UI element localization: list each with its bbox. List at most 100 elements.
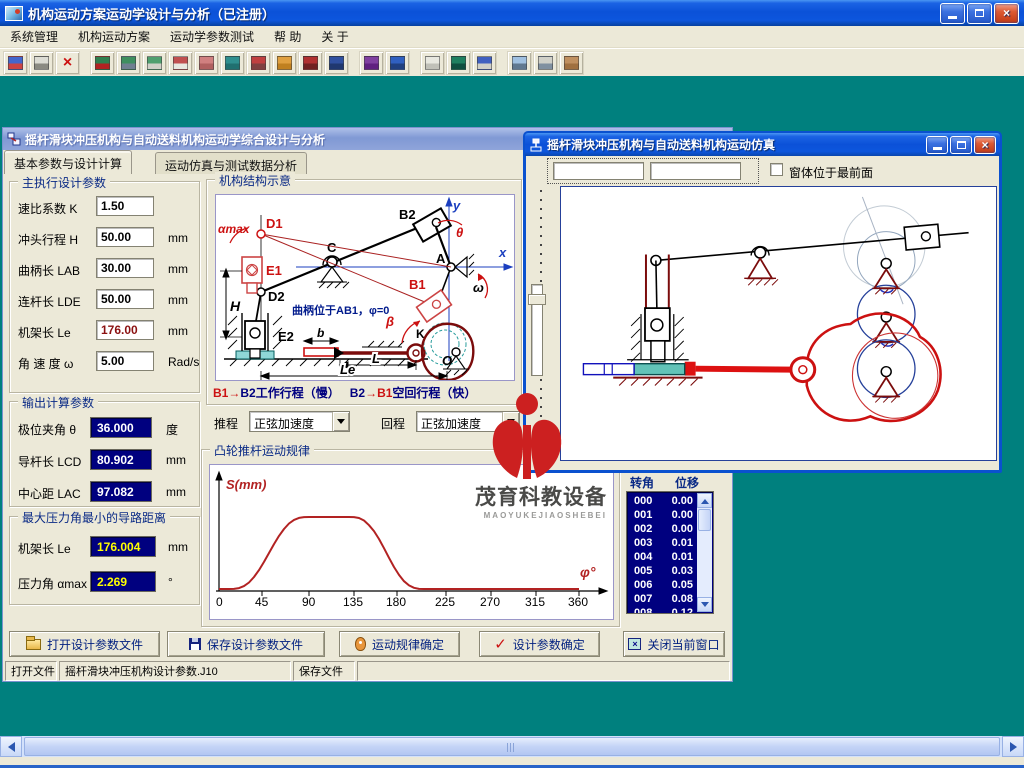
monitor-list-icon xyxy=(477,56,492,70)
rod-head xyxy=(685,362,696,376)
scroll-up-icon[interactable] xyxy=(697,493,712,508)
return-stroke-value: 正弦加速度 xyxy=(417,412,502,431)
ground-hatch xyxy=(613,378,702,386)
punch-link xyxy=(656,260,657,310)
svg-text:270: 270 xyxy=(480,595,500,609)
mech-punch-button[interactable] xyxy=(246,51,271,75)
toolbar: × xyxy=(0,48,1024,76)
push-stroke-combo[interactable]: 正弦加速度 xyxy=(249,411,350,432)
confirm-motion-law-button[interactable]: 运动规律确定 xyxy=(339,631,460,657)
monitor-green-icon xyxy=(451,56,466,70)
label-alpha-max: αmax xyxy=(218,222,251,236)
sim-minimize-button[interactable] xyxy=(926,136,948,154)
save-params-button[interactable]: 保存设计参数文件 xyxy=(167,631,325,657)
punch-joint xyxy=(651,319,663,331)
horizontal-scrollbar[interactable] xyxy=(0,736,1024,757)
menu-kinematic-test[interactable]: 运动学参数测试 xyxy=(160,25,264,48)
close-icon: × xyxy=(981,138,988,152)
param-input-lde[interactable] xyxy=(96,289,154,309)
sim-maximize-button[interactable] xyxy=(950,136,972,154)
book-button[interactable] xyxy=(359,51,384,75)
simulation-titlebar[interactable]: 摇杆滑块冲压机构与自动送料机构运动仿真 × xyxy=(525,133,1000,156)
delete-button[interactable]: × xyxy=(55,51,80,75)
mech-gear-red-button[interactable] xyxy=(298,51,323,75)
toolbar-separator xyxy=(411,51,420,75)
chevron-down-icon[interactable] xyxy=(502,412,519,431)
scrollbar-thumb[interactable] xyxy=(24,737,1000,756)
calculator-button[interactable] xyxy=(533,51,558,75)
mech-slider-button[interactable] xyxy=(116,51,141,75)
mech-linkage-teal-button[interactable] xyxy=(220,51,245,75)
mech-linkage-teal-icon xyxy=(225,56,240,70)
label-e2: E2 xyxy=(278,329,294,344)
sim-close-button[interactable]: × xyxy=(974,136,996,154)
cam-displacement-curve xyxy=(219,517,579,589)
listbox-scrollbar[interactable] xyxy=(697,493,712,612)
restore-button[interactable] xyxy=(967,3,992,24)
speed-trackbar-thumb[interactable] xyxy=(528,294,546,305)
main-titlebar: 机构运动方案运动学设计与分析（已注册） × xyxy=(0,0,1024,26)
scroll-down-icon[interactable] xyxy=(697,597,712,612)
menu-help[interactable]: 帮 助 xyxy=(264,25,311,48)
crank-position-note: 曲柄位于AB1，φ=0 xyxy=(292,303,389,317)
tab-simulation-analysis[interactable]: 运动仿真与测试数据分析 xyxy=(155,152,307,174)
legend-work: 工作行程（慢） xyxy=(256,386,340,400)
group-main-params-title: 主执行设计参数 xyxy=(18,174,110,191)
computer-button[interactable] xyxy=(507,51,532,75)
menu-system[interactable]: 系统管理 xyxy=(0,25,68,48)
param-input-h[interactable] xyxy=(96,227,154,247)
mech-press-button[interactable] xyxy=(168,51,193,75)
fixed-support-top-right xyxy=(872,258,900,294)
mech-tilt-block-button[interactable] xyxy=(142,51,167,75)
param-input-omega[interactable] xyxy=(96,351,154,371)
chart-ylabel: S(mm) xyxy=(226,477,266,492)
ray-d1-b1 xyxy=(261,234,432,305)
close-current-window-button[interactable]: × 关闭当前窗口 xyxy=(623,631,725,657)
minimize-button[interactable] xyxy=(940,3,965,24)
scroll-left-icon[interactable] xyxy=(0,736,22,757)
mech-cam-button[interactable] xyxy=(272,51,297,75)
push-stroke-label: 推程 xyxy=(214,415,238,432)
param-input-k[interactable] xyxy=(96,196,154,216)
monitor-list-button[interactable] xyxy=(472,51,497,75)
menu-mechanism-scheme[interactable]: 机构运动方案 xyxy=(68,25,160,48)
menu-about[interactable]: 关 于 xyxy=(311,25,358,48)
sim-readout-field-2[interactable] xyxy=(650,162,741,180)
brand-name: 茂育科教设备 xyxy=(475,481,607,511)
chevron-down-icon[interactable] xyxy=(332,412,349,431)
param-input-lab[interactable] xyxy=(96,258,154,278)
print-button[interactable] xyxy=(29,51,54,75)
pressure-le: 176.004 xyxy=(90,536,156,557)
close-button[interactable]: × xyxy=(994,3,1019,24)
displacement-listbox[interactable]: 0000.00 0010.00 0020.00 0030.01 0040.01 … xyxy=(626,491,714,614)
output-unit: 度 xyxy=(166,421,178,438)
clipboard-button[interactable] xyxy=(559,51,584,75)
param-unit: mm xyxy=(168,324,188,338)
mech-guide-crank-button[interactable] xyxy=(90,51,115,75)
clipboard-icon xyxy=(564,56,579,70)
return-stroke-label: 回程 xyxy=(381,415,405,432)
project-list-button[interactable] xyxy=(3,51,28,75)
legend-arrow: → xyxy=(228,386,240,400)
mech-linkage-red-button[interactable] xyxy=(194,51,219,75)
group-cam-chart: 凸轮推杆运动规律 茂育科教设备 MAOYUKEJIAOSHEBEI S(mm) … xyxy=(201,449,620,627)
scroll-right-icon[interactable] xyxy=(1002,736,1024,757)
sim-readout-field-1[interactable] xyxy=(553,162,644,180)
scrollbar-thumb[interactable] xyxy=(698,509,711,531)
open-params-button[interactable]: 打开设计参数文件 xyxy=(9,631,160,657)
doc-edit-button[interactable] xyxy=(420,51,445,75)
output-theta: 36.000 xyxy=(90,417,152,438)
y-axis-label: y xyxy=(452,198,461,213)
topmost-checkbox[interactable] xyxy=(770,163,783,176)
monitor-green-button[interactable] xyxy=(446,51,471,75)
follower-roller-hole xyxy=(799,366,807,374)
chart-monitor-button[interactable] xyxy=(385,51,410,75)
return-stroke-combo[interactable]: 正弦加速度 xyxy=(416,411,520,432)
param-input-le[interactable] xyxy=(96,320,154,340)
mech-gear-blue-button[interactable] xyxy=(324,51,349,75)
open-folder-icon xyxy=(26,639,41,650)
stroke-legend: B1→B2工作行程（慢） B2→B1空回行程（快） xyxy=(213,384,513,401)
close-icon: × xyxy=(1003,6,1010,20)
tab-basic-params[interactable]: 基本参数与设计计算 xyxy=(4,150,132,174)
confirm-params-button[interactable]: ✓ 设计参数确定 xyxy=(479,631,600,657)
